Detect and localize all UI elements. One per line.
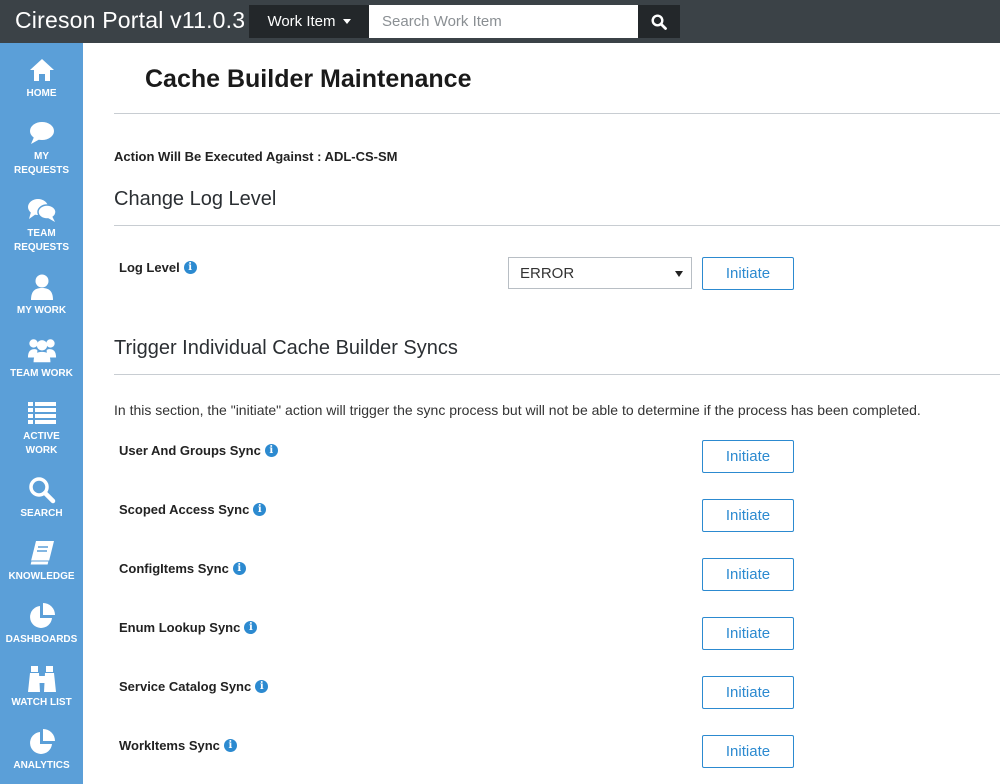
sidebar-item-label: ACTIVE WORK (23, 431, 60, 456)
sidebar-item-label: KNOWLEDGE (8, 571, 75, 582)
sidebar-item-knowledge[interactable]: KNOWLEDGE (0, 538, 83, 584)
sidebar-item-label: MY REQUESTS (13, 151, 69, 176)
info-icon[interactable]: i (264, 444, 278, 457)
main-content: Cache Builder Maintenance Action Will Be… (83, 43, 1000, 784)
sidebar-item-dashboards[interactable]: DASHBOARDS (0, 601, 83, 647)
sync-section-title: Trigger Individual Cache Builder Syncs (114, 337, 458, 359)
info-icon[interactable]: i (244, 621, 258, 634)
dropdown-arrow-icon (675, 271, 683, 277)
sync-label-text: ConfigItems Sync (119, 561, 229, 576)
info-icon[interactable]: i (255, 680, 269, 693)
binoculars-icon (27, 664, 57, 694)
sidebar-item-label: DASHBOARDS (5, 634, 78, 645)
search-work-item-input[interactable] (369, 5, 638, 38)
chat-bubble-icon (27, 118, 57, 148)
search-icon (651, 13, 667, 30)
log-level-label: Log Level i (119, 260, 197, 275)
section-divider (114, 374, 1000, 375)
workitems-sync-label: WorkItems Sync i (119, 738, 237, 753)
pie-chart-icon (27, 601, 57, 631)
pie-chart-icon (27, 727, 57, 757)
log-level-section-title: Change Log Level (114, 188, 277, 210)
brand-title[interactable]: Cireson Portal v11.0.3 (15, 7, 245, 34)
target-server-text: Action Will Be Executed Against : ADL-CS… (114, 149, 398, 164)
top-navbar: Cireson Portal v11.0.3 Work Item (0, 0, 1000, 43)
caret-down-icon (342, 19, 351, 24)
sidebar-item-label: SEARCH (20, 508, 63, 519)
log-level-label-text: Log Level (119, 260, 180, 275)
workitems-sync-initiate-button[interactable]: Initiate (702, 735, 794, 768)
work-item-dropdown[interactable]: Work Item (249, 5, 369, 38)
sidebar-item-label: WATCH LIST (11, 697, 72, 708)
search-button[interactable] (638, 5, 680, 38)
sync-label-text: User And Groups Sync (119, 443, 261, 458)
section-divider (114, 225, 1000, 226)
sidebar-item-team-requests[interactable]: TEAM REQUESTS (0, 195, 83, 255)
book-icon (27, 538, 57, 568)
sidebar-item-active-work[interactable]: ACTIVE WORK (0, 398, 83, 458)
sidebar-item-label: TEAM WORK (10, 368, 73, 379)
work-item-label: Work Item (267, 13, 336, 30)
sync-label-text: Enum Lookup Sync (119, 620, 241, 635)
home-icon (27, 55, 57, 85)
chat-bubbles-icon (27, 195, 57, 225)
scoped-access-sync-label: Scoped Access Sync i (119, 502, 267, 517)
title-divider (114, 113, 1000, 114)
user-and-groups-sync-label: User And Groups Sync i (119, 443, 278, 458)
user-and-groups-sync-initiate-button[interactable]: Initiate (702, 440, 794, 473)
info-icon[interactable]: i (183, 261, 197, 274)
service-catalog-sync-label: Service Catalog Sync i (119, 679, 269, 694)
user-icon (27, 272, 57, 302)
sidebar-item-label: TEAM REQUESTS (13, 228, 69, 253)
sidebar-item-label: ANALYTICS (13, 760, 70, 771)
sidebar-item-analytics[interactable]: ANALYTICS (0, 727, 83, 773)
sidebar-item-team-work[interactable]: TEAM WORK (0, 335, 83, 381)
sidebar-item-search[interactable]: SEARCH (0, 475, 83, 521)
sidebar-item-my-requests[interactable]: MY REQUESTS (0, 118, 83, 178)
enum-lookup-sync-initiate-button[interactable]: Initiate (702, 617, 794, 650)
sync-description: In this section, the "initiate" action w… (114, 402, 921, 418)
page-title: Cache Builder Maintenance (145, 65, 472, 93)
scoped-access-sync-initiate-button[interactable]: Initiate (702, 499, 794, 532)
info-icon[interactable]: i (232, 562, 246, 575)
log-level-initiate-button[interactable]: Initiate (702, 257, 794, 290)
users-icon (27, 335, 57, 365)
sidebar-item-label: HOME (26, 88, 57, 99)
sync-label-text: WorkItems Sync (119, 738, 220, 753)
list-icon (27, 398, 57, 428)
sync-label-text: Service Catalog Sync (119, 679, 252, 694)
info-icon[interactable]: i (223, 739, 237, 752)
log-level-value: ERROR (520, 264, 575, 282)
log-level-select[interactable]: ERROR (508, 257, 692, 289)
sync-label-text: Scoped Access Sync (119, 502, 250, 517)
configitems-sync-label: ConfigItems Sync i (119, 561, 246, 576)
sidebar-nav: HOME MY REQUESTS TEAM REQUESTS MY WORK T… (0, 43, 83, 784)
info-icon[interactable]: i (253, 503, 267, 516)
sidebar-item-home[interactable]: HOME (0, 55, 83, 101)
sidebar-item-label: MY WORK (16, 305, 67, 316)
enum-lookup-sync-label: Enum Lookup Sync i (119, 620, 258, 635)
sidebar-item-watch-list[interactable]: WATCH LIST (0, 664, 83, 710)
service-catalog-sync-initiate-button[interactable]: Initiate (702, 676, 794, 709)
sidebar-item-my-work[interactable]: MY WORK (0, 272, 83, 318)
configitems-sync-initiate-button[interactable]: Initiate (702, 558, 794, 591)
search-icon (27, 475, 57, 505)
